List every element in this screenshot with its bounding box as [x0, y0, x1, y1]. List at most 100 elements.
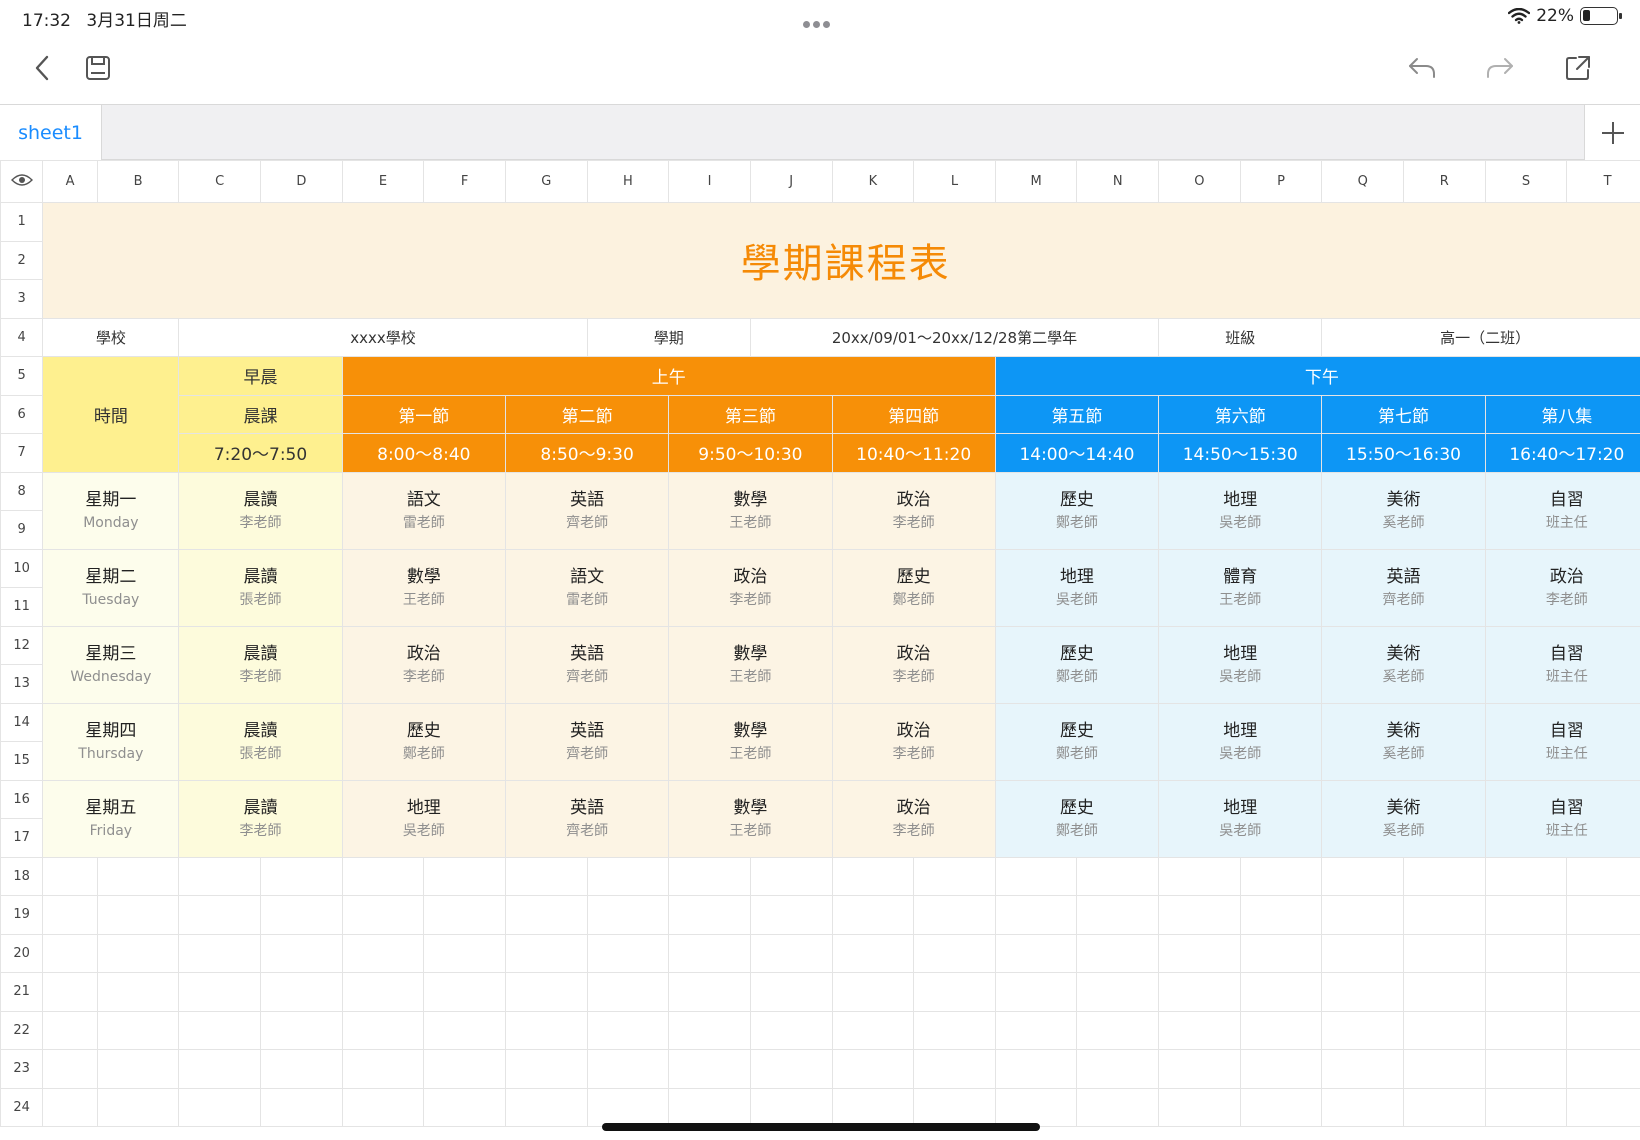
class-cell[interactable]: 歷史 鄭老師 — [831, 548, 996, 627]
empty-cell[interactable] — [831, 1010, 915, 1050]
empty-cell[interactable] — [42, 1087, 98, 1127]
empty-cell[interactable] — [1566, 933, 1640, 973]
column-header[interactable]: Q — [1321, 160, 1404, 203]
day-cell[interactable]: 星期二 Tuesday — [42, 548, 180, 627]
class-cell[interactable]: 歷史 鄭老師 — [341, 702, 506, 781]
term-value[interactable]: 20xx/09/01～20xx/12/28第二學年 — [749, 317, 1160, 357]
early-class-cell[interactable]: 晨讀 李老師 — [178, 471, 343, 550]
empty-cell[interactable] — [1484, 1010, 1568, 1050]
empty-cell[interactable] — [1484, 1087, 1568, 1127]
empty-cell[interactable] — [178, 1087, 262, 1127]
class-cell[interactable]: 美術 奚老師 — [1321, 702, 1486, 781]
empty-cell[interactable] — [178, 1010, 262, 1050]
empty-cell[interactable] — [831, 1087, 915, 1127]
class-cell[interactable]: 英語 齊老師 — [504, 471, 670, 550]
early-class-cell[interactable]: 晨讀 張老師 — [178, 702, 343, 781]
period-name-header[interactable]: 第七節 — [1321, 394, 1486, 434]
empty-cell[interactable] — [913, 1049, 996, 1089]
column-header[interactable]: D — [260, 160, 343, 203]
select-all-corner[interactable] — [0, 160, 44, 203]
multitask-dots-icon[interactable] — [803, 13, 837, 28]
empty-cell[interactable] — [1239, 972, 1323, 1012]
empty-cell[interactable] — [749, 856, 833, 896]
row-header[interactable]: 19 — [0, 895, 44, 935]
empty-cell[interactable] — [831, 895, 915, 935]
column-header[interactable]: G — [504, 160, 588, 203]
empty-cell[interactable] — [668, 1010, 751, 1050]
column-header[interactable]: F — [423, 160, 506, 203]
empty-cell[interactable] — [504, 1049, 588, 1089]
sheet-title[interactable]: 學期課程表 — [42, 202, 1640, 319]
empty-cell[interactable] — [994, 1049, 1078, 1089]
period-time-header[interactable]: 8:00～8:40 — [341, 433, 506, 473]
class-cell[interactable]: 數學 王老師 — [341, 548, 506, 627]
early-class-header[interactable]: 晨課 — [178, 394, 343, 434]
class-cell[interactable]: 歷史 鄭老師 — [994, 625, 1160, 704]
column-header[interactable]: N — [1076, 160, 1160, 203]
row-header[interactable]: 5 — [0, 356, 44, 396]
empty-cell[interactable] — [1403, 895, 1486, 935]
empty-cell[interactable] — [341, 933, 425, 973]
early-class-cell[interactable]: 晨讀 李老師 — [178, 779, 343, 858]
empty-cell[interactable] — [831, 1049, 915, 1089]
empty-cell[interactable] — [586, 895, 670, 935]
empty-cell[interactable] — [96, 972, 180, 1012]
empty-cell[interactable] — [504, 933, 588, 973]
column-header[interactable]: S — [1484, 160, 1568, 203]
class-cell[interactable]: 政治 李老師 — [831, 625, 996, 704]
empty-cell[interactable] — [586, 1010, 670, 1050]
add-sheet-button[interactable] — [1584, 105, 1640, 160]
row-header[interactable]: 7 — [0, 433, 44, 473]
class-cell[interactable]: 自習 班主任 — [1484, 702, 1640, 781]
column-header[interactable]: K — [831, 160, 915, 203]
empty-cell[interactable] — [1321, 895, 1404, 935]
empty-cell[interactable] — [1403, 933, 1486, 973]
empty-cell[interactable] — [749, 1049, 833, 1089]
pm-header[interactable]: 下午 — [994, 356, 1640, 396]
column-header[interactable]: E — [341, 160, 425, 203]
save-button[interactable] — [80, 50, 116, 86]
empty-cell[interactable] — [341, 1087, 425, 1127]
class-cell[interactable]: 地理 吳老師 — [341, 779, 506, 858]
empty-cell[interactable] — [1076, 1049, 1160, 1089]
class-cell[interactable]: 美術 奚老師 — [1321, 779, 1486, 858]
empty-cell[interactable] — [586, 933, 670, 973]
row-header[interactable]: 10 — [0, 548, 44, 588]
empty-cell[interactable] — [1403, 972, 1486, 1012]
morning-header[interactable]: 早晨 — [178, 356, 343, 396]
empty-cell[interactable] — [1321, 1049, 1404, 1089]
class-cell[interactable]: 政治 李老師 — [1484, 548, 1640, 627]
empty-cell[interactable] — [1566, 856, 1640, 896]
period-time-header[interactable]: 8:50～9:30 — [504, 433, 670, 473]
empty-cell[interactable] — [749, 1010, 833, 1050]
row-header[interactable]: 1 — [0, 202, 44, 242]
empty-cell[interactable] — [668, 1049, 751, 1089]
empty-cell[interactable] — [1239, 1010, 1323, 1050]
class-cell[interactable]: 美術 奚老師 — [1321, 471, 1486, 550]
row-header[interactable]: 21 — [0, 972, 44, 1012]
period-name-header[interactable]: 第五節 — [994, 394, 1160, 434]
class-cell[interactable]: 數學 王老師 — [668, 779, 833, 858]
empty-cell[interactable] — [831, 972, 915, 1012]
empty-cell[interactable] — [96, 1049, 180, 1089]
empty-cell[interactable] — [1484, 933, 1568, 973]
period-name-header[interactable]: 第六節 — [1158, 394, 1323, 434]
empty-cell[interactable] — [668, 933, 751, 973]
class-cell[interactable]: 地理 吳老師 — [1158, 702, 1323, 781]
class-cell[interactable]: 數學 王老師 — [668, 702, 833, 781]
empty-cell[interactable] — [1403, 856, 1486, 896]
share-button[interactable] — [1560, 50, 1596, 86]
column-header[interactable]: A — [42, 160, 98, 203]
period-time-header[interactable]: 9:50～10:30 — [668, 433, 833, 473]
row-header[interactable]: 24 — [0, 1087, 44, 1127]
row-header[interactable]: 17 — [0, 818, 44, 858]
class-cell[interactable]: 自習 班主任 — [1484, 625, 1640, 704]
column-header[interactable]: M — [994, 160, 1078, 203]
empty-cell[interactable] — [178, 1049, 262, 1089]
empty-cell[interactable] — [504, 895, 588, 935]
row-header[interactable]: 6 — [0, 394, 44, 434]
class-cell[interactable]: 政治 李老師 — [831, 779, 996, 858]
empty-cell[interactable] — [1076, 933, 1160, 973]
empty-cell[interactable] — [1239, 1049, 1323, 1089]
empty-cell[interactable] — [1076, 1010, 1160, 1050]
